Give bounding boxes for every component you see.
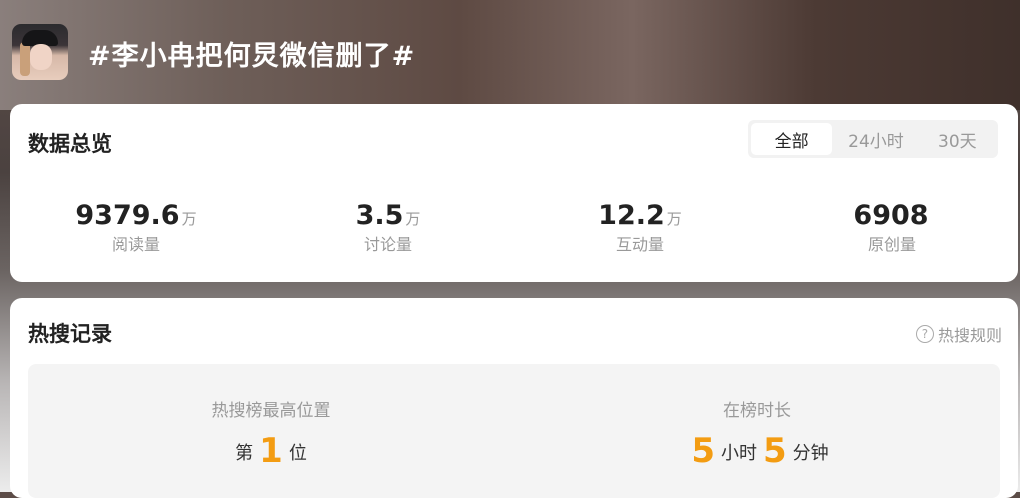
duration-value-row: 5 小时 5 分钟 [514,431,1000,471]
stat-value: 6908 [853,200,929,231]
rank-suffix: 位 [288,443,307,464]
tab-all[interactable]: 全部 [751,123,833,155]
data-overview-card: 数据总览 全部 24小时 30天 9379.6 万 阅读量 3.5 万 讨论量 12… [10,104,1018,282]
tab-30d[interactable]: 30天 [917,120,998,158]
stat-discussions: 3.5 万 讨论量 [262,200,514,260]
stat-reads: 9379.6 万 阅读量 [10,200,262,260]
hot-search-panel: 热搜榜最高位置 第1位 在榜时长 5 小时 5 分钟 [28,364,1000,498]
stat-label: 原创量 [867,235,916,254]
best-rank: 热搜榜最高位置 第1位 [28,364,514,498]
time-range-tabs: 全部 24小时 30天 [748,120,998,158]
hot-search-rules-link[interactable]: ? 热搜规则 [915,322,1002,346]
stat-interactions: 12.2 万 互动量 [514,200,766,260]
rules-label: 热搜规则 [937,326,1002,345]
stat-label: 讨论量 [363,235,412,254]
stat-value: 3.5 [355,200,404,231]
stat-originals: 6908 原创量 [766,200,1018,260]
stat-label: 互动量 [615,235,664,254]
stats-row: 9379.6 万 阅读量 3.5 万 讨论量 12.2 万 互动量 6908 原创量 [10,200,1018,260]
best-rank-value-row: 第1位 [28,431,514,471]
duration-title: 在榜时长 [723,401,791,421]
on-list-duration: 在榜时长 5 小时 5 分钟 [514,364,1000,498]
stat-unit: 万 [666,210,682,228]
rank-prefix: 第 [235,443,254,464]
hot-search-card: 热搜记录 ? 热搜规则 热搜榜最高位置 第1位 在榜时长 5 小时 5 分钟 [10,298,1018,498]
overview-title: 数据总览 [28,132,112,156]
best-rank-title: 热搜榜最高位置 [211,401,331,421]
duration-hours: 5 [691,431,715,471]
avatar-hair [20,42,30,76]
minutes-unit: 分钟 [792,443,829,464]
stat-value: 9379.6 [75,200,180,231]
rank-number: 1 [259,431,283,471]
duration-minutes: 5 [763,431,787,471]
avatar-face [30,44,52,70]
hours-unit: 小时 [721,443,757,464]
topic-title: #李小冉把何炅微信删了# [88,41,416,72]
stat-value: 12.2 [598,200,665,231]
question-icon: ? [915,325,934,343]
topic-header: #李小冉把何炅微信删了# [0,0,1020,110]
stat-label: 阅读量 [111,235,160,254]
stat-unit: 万 [181,210,197,228]
avatar[interactable] [12,24,68,80]
tab-24h[interactable]: 24小时 [835,120,916,158]
stat-unit: 万 [405,210,421,228]
hot-search-title: 热搜记录 [28,322,112,346]
